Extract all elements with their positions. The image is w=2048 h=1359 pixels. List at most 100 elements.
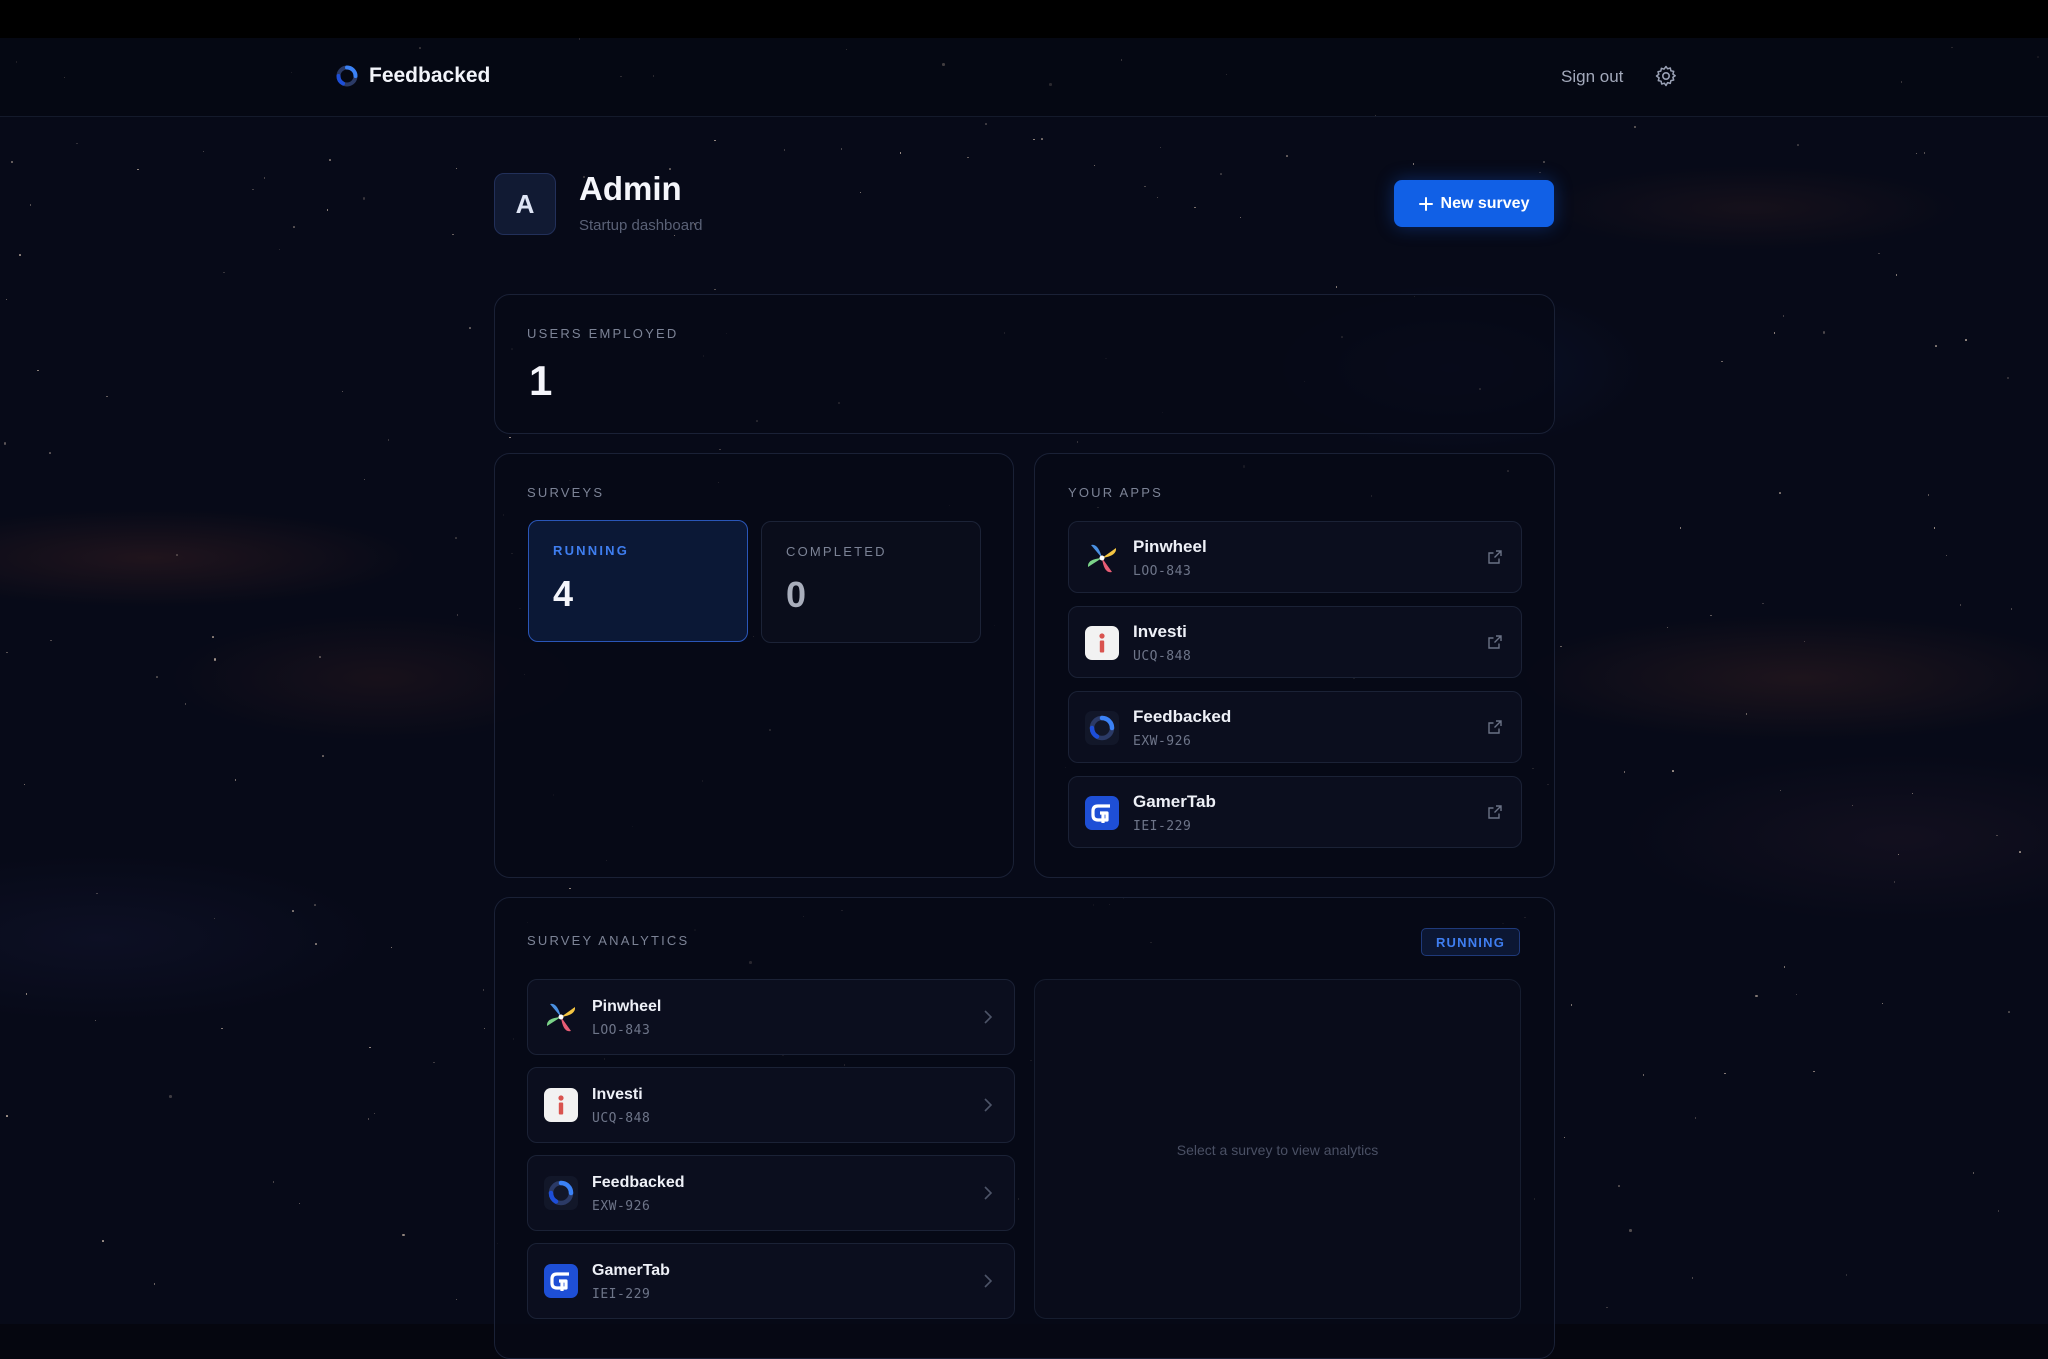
app-row-investi[interactable]: Investi UCQ-848 — [1068, 606, 1522, 678]
star — [1560, 645, 1562, 648]
star — [455, 167, 458, 170]
star — [2008, 1011, 2010, 1013]
new-survey-button[interactable]: New survey — [1394, 180, 1554, 227]
chevron-right-icon — [984, 1186, 993, 1200]
star — [76, 142, 78, 145]
external-link-icon[interactable] — [1487, 549, 1503, 565]
star — [1945, 554, 1948, 557]
app-code: UCQ-848 — [1133, 649, 1192, 664]
star — [2006, 376, 2010, 380]
star — [1724, 1072, 1726, 1075]
star — [298, 1202, 301, 1205]
running-count: 4 — [553, 573, 574, 614]
star — [402, 1233, 405, 1237]
star — [859, 191, 862, 194]
sign-out-link[interactable]: Sign out — [1561, 67, 1623, 87]
star — [1897, 853, 1900, 856]
star — [1813, 1070, 1815, 1073]
star — [102, 1240, 104, 1242]
completed-count: 0 — [786, 574, 807, 615]
top-strip — [0, 0, 2048, 38]
star — [1779, 492, 1781, 494]
star — [1710, 614, 1712, 617]
star — [322, 755, 324, 757]
star — [1927, 494, 1929, 496]
settings-gear-icon[interactable] — [1654, 64, 1678, 88]
star — [369, 1046, 371, 1049]
star — [1762, 602, 1764, 605]
star — [1972, 1172, 1975, 1174]
star — [1623, 771, 1626, 773]
survey-row-feedbacked[interactable]: Feedbacked EXW-926 — [527, 1155, 1015, 1231]
avatar: A — [494, 173, 556, 235]
star — [153, 1283, 156, 1285]
surveys-card: SURVEYS RUNNING 4 COMPLETED 0 — [494, 453, 1014, 878]
star — [1881, 1002, 1884, 1005]
star — [292, 910, 294, 912]
app-name: Investi — [1133, 622, 1187, 641]
star — [1797, 144, 1799, 146]
app-name: GamerTab — [1133, 792, 1216, 811]
star — [1803, 640, 1806, 642]
app-row-feedbacked[interactable]: Feedbacked EXW-926 — [1068, 691, 1522, 763]
external-link-icon[interactable] — [1487, 719, 1503, 735]
star — [25, 993, 28, 995]
star — [1679, 527, 1682, 529]
users-employed-value: 1 — [529, 357, 553, 404]
star — [1773, 332, 1776, 334]
star — [455, 1298, 458, 1301]
chevron-right-icon — [984, 1010, 993, 1024]
star — [1878, 252, 1880, 255]
star — [456, 614, 459, 616]
star — [213, 658, 217, 661]
app-code: EXW-926 — [1133, 734, 1192, 749]
star — [1783, 966, 1786, 968]
running-surveys-stat[interactable]: RUNNING 4 — [528, 520, 748, 642]
star — [373, 1112, 376, 1115]
external-link-icon[interactable] — [1487, 804, 1503, 820]
star — [1412, 163, 1415, 165]
app-row-gamertab[interactable]: GamerTab IEI-229 — [1068, 776, 1522, 848]
star — [714, 139, 716, 142]
investi-icon — [544, 1088, 578, 1122]
star — [212, 636, 214, 638]
investi-icon — [1085, 626, 1119, 660]
star — [37, 369, 39, 372]
star — [1542, 160, 1546, 164]
star — [1965, 339, 1967, 341]
star — [1755, 994, 1758, 998]
star — [1996, 834, 1998, 837]
app-code: LOO-843 — [1133, 564, 1192, 579]
star — [1286, 155, 1288, 157]
analytics-panel: Select a survey to view analytics — [1034, 979, 1521, 1319]
survey-row-pinwheel[interactable]: Pinwheel LOO-843 — [527, 979, 1015, 1055]
page-subtitle: Startup dashboard — [579, 217, 703, 234]
star — [1606, 1306, 1608, 1309]
star — [106, 395, 108, 398]
feedbacked-icon — [1085, 711, 1119, 745]
survey-name: Investi — [592, 1086, 643, 1103]
star — [137, 168, 139, 171]
star — [433, 1061, 435, 1064]
survey-row-gamertab[interactable]: GamerTab IEI-229 — [527, 1243, 1015, 1319]
completed-surveys-stat[interactable]: COMPLETED 0 — [761, 521, 981, 643]
star — [1997, 1210, 2000, 1212]
chevron-right-icon — [984, 1274, 993, 1288]
survey-row-investi[interactable]: Investi UCQ-848 — [527, 1067, 1015, 1143]
app-name: Pinwheel — [1133, 537, 1207, 556]
star — [1779, 789, 1782, 792]
star — [1935, 345, 1937, 347]
star — [1721, 360, 1723, 363]
survey-code: LOO-843 — [592, 1023, 651, 1038]
gamertab-icon — [544, 1264, 578, 1298]
star — [363, 478, 366, 481]
plus-icon — [1418, 196, 1433, 211]
app-name: Feedbacked — [1133, 707, 1232, 726]
star — [1570, 1004, 1573, 1006]
star — [1563, 1136, 1566, 1139]
external-link-icon[interactable] — [1487, 634, 1503, 650]
brand-link[interactable]: Feedbacked — [335, 64, 490, 88]
star — [49, 452, 51, 454]
app-row-pinwheel[interactable]: Pinwheel LOO-843 — [1068, 521, 1522, 593]
star — [5, 298, 8, 301]
